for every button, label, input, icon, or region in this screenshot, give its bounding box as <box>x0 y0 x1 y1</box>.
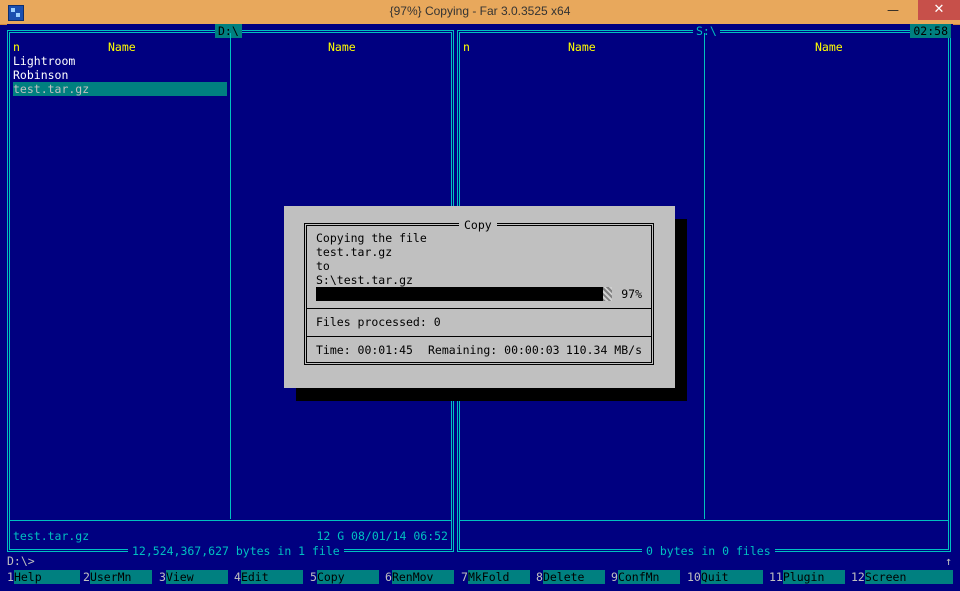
dialog-separator <box>307 308 651 309</box>
clock: 02:58 <box>910 24 951 38</box>
right-panel-info-separator <box>460 520 948 521</box>
console-screen: D:\ n Name Name Lightroom Robinson test.… <box>7 24 953 584</box>
key-help[interactable]: 1Help <box>7 570 80 584</box>
window-title: {97%} Copying - Far 3.0.3525 x64 <box>389 4 571 18</box>
copy-source-file: test.tar.gz <box>316 245 393 259</box>
title-bar: {97%} Copying - Far 3.0.3525 x64 — ❐ ✕ <box>0 0 960 25</box>
copy-dialog[interactable]: Copy Copying the file test.tar.gz to S:\… <box>284 206 675 388</box>
scroll-up-icon[interactable]: ↑ <box>945 554 952 568</box>
key-quit[interactable]: 10Quit <box>687 570 763 584</box>
right-panel-column-separator <box>704 33 705 519</box>
key-usermn[interactable]: 2UserMn <box>83 570 152 584</box>
files-processed: Files processed: 0 <box>316 315 441 329</box>
file-item-selected[interactable]: test.tar.gz <box>13 82 227 96</box>
left-panel-path: D:\ <box>215 24 242 38</box>
key-edit[interactable]: 4Edit <box>234 570 303 584</box>
remaining-time: Remaining: 00:00:03 <box>428 343 560 357</box>
right-panel-path: S:\ <box>693 24 720 38</box>
minimize-button[interactable]: — <box>880 0 906 20</box>
copy-progress-remaining <box>603 287 612 301</box>
file-item[interactable]: Lightroom <box>13 54 75 68</box>
copy-dialog-frame: Copy Copying the file test.tar.gz to S:\… <box>304 218 654 365</box>
close-button[interactable]: ✕ <box>918 0 960 20</box>
file-item[interactable]: Robinson <box>13 68 68 82</box>
copy-progress-fill <box>316 287 603 301</box>
key-delete[interactable]: 8Delete <box>536 570 605 584</box>
key-mkfold[interactable]: 7MkFold <box>461 570 530 584</box>
left-panel-info-separator <box>10 520 451 521</box>
right-col2-header[interactable]: Name <box>815 40 843 54</box>
right-col1-header[interactable]: Name <box>568 40 596 54</box>
right-col-n-header: n <box>463 40 470 54</box>
copy-progress-bar <box>316 287 612 301</box>
copy-progress-percent: 97% <box>621 287 642 301</box>
elapsed-time: Time: 00:01:45 <box>316 343 413 357</box>
left-panel-summary: 12,524,367,627 bytes in 1 file <box>128 544 344 558</box>
function-key-bar: 1Help 2UserMn 3View 4Edit 5Copy 6RenMov … <box>7 570 953 584</box>
key-view[interactable]: 3View <box>159 570 228 584</box>
left-panel-column-separator <box>230 33 231 519</box>
left-col1-header[interactable]: Name <box>108 40 136 54</box>
key-screen[interactable]: 12Screen <box>851 570 953 584</box>
right-panel-summary: 0 bytes in 0 files <box>642 544 775 558</box>
copy-destination-path: S:\test.tar.gz <box>316 273 413 287</box>
left-info-meta: 12 G 08/01/14 06:52 <box>316 529 448 543</box>
copy-speed: 110.34 MB/s <box>565 343 642 357</box>
dialog-separator <box>307 336 651 337</box>
copy-status-text: Copying the file <box>316 231 427 245</box>
left-col2-header[interactable]: Name <box>328 40 356 54</box>
command-line[interactable]: D:\> <box>7 554 35 568</box>
key-plugin[interactable]: 11Plugin <box>769 570 845 584</box>
key-renmov[interactable]: 6RenMov <box>385 570 454 584</box>
key-copy[interactable]: 5Copy <box>310 570 379 584</box>
key-confmn[interactable]: 9ConfMn <box>611 570 680 584</box>
left-col-n-header: n <box>13 40 20 54</box>
copy-dialog-title: Copy <box>459 218 497 232</box>
left-info-filename: test.tar.gz <box>13 529 90 543</box>
copy-to-label: to <box>316 259 330 273</box>
